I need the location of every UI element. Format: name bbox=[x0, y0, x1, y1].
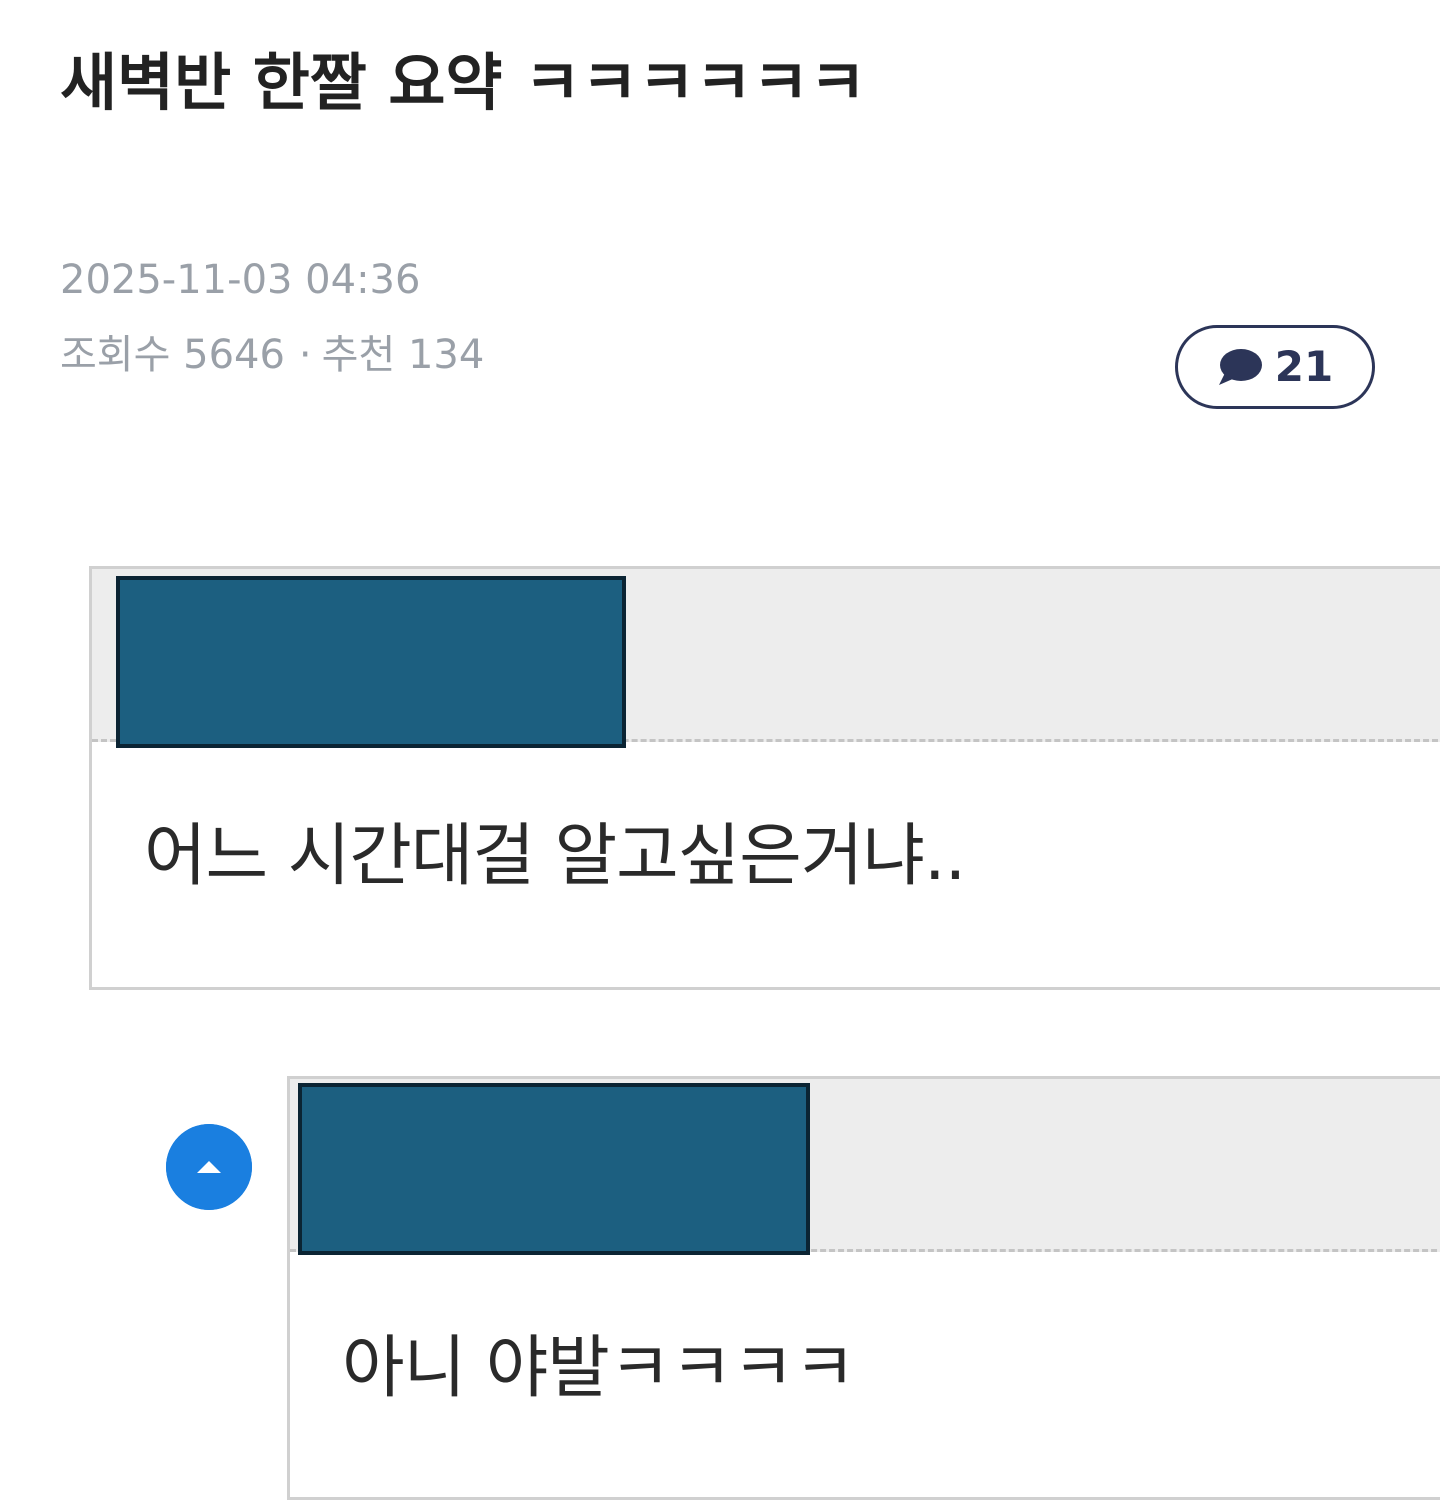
stats-separator: · bbox=[298, 332, 312, 378]
comment-text: 어느 시간대걸 알고싶은거냐.. bbox=[144, 817, 966, 896]
post-date: 2025-11-03 04:36 bbox=[60, 257, 421, 303]
reply-up-arrow-icon bbox=[166, 1124, 252, 1210]
post-stats: 조회수 5646 · 추천 134 bbox=[60, 331, 484, 379]
redacted-username bbox=[116, 576, 626, 748]
reply-text: 아니 야발ㅋㅋㅋㅋ bbox=[342, 1329, 856, 1408]
reply-card: 아니 야발ㅋㅋㅋㅋ bbox=[287, 1076, 1440, 1500]
post-image: 어느 시간대걸 알고싶은거냐.. 아니 야발ㅋㅋㅋㅋ bbox=[0, 520, 1440, 1512]
comment-card: 어느 시간대걸 알고싶은거냐.. bbox=[89, 566, 1440, 990]
recommend-count: 추천 134 bbox=[321, 332, 485, 378]
comment-count: 21 bbox=[1274, 342, 1334, 391]
speech-bubble-icon bbox=[1217, 347, 1263, 387]
view-count: 조회수 5646 bbox=[60, 332, 285, 378]
post-title: 새벽반 한짤 요약 ㅋㅋㅋㅋㅋㅋ bbox=[60, 46, 867, 119]
redacted-username bbox=[298, 1083, 810, 1255]
comment-count-button[interactable]: 21 bbox=[1175, 325, 1375, 409]
